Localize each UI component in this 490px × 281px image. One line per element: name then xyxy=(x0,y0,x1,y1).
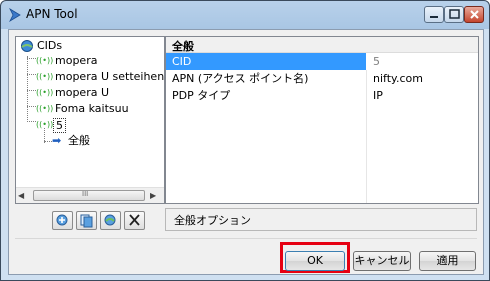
scroll-right-icon[interactable]: ▶ xyxy=(150,189,164,202)
edit-globe-icon xyxy=(104,214,116,226)
grid-category-row[interactable]: 全般 xyxy=(166,37,478,53)
property-grid[interactable]: 全般 CID 5 APN (アクセス ポイント名) nifty.com PDP … xyxy=(165,36,479,204)
antenna-icon: ((•)) xyxy=(36,72,54,81)
app-icon xyxy=(9,8,21,22)
scrollbar-thumb[interactable]: III xyxy=(33,190,145,201)
maximize-button[interactable] xyxy=(444,6,464,23)
apply-button[interactable]: 適用 xyxy=(419,251,476,271)
grid-row-pdp-type[interactable]: PDP タイプ IP xyxy=(166,87,478,104)
dialog-body: CIDs ((•)) mopera ((•)) mopera U setteih… xyxy=(8,29,484,275)
cancel-button[interactable]: キャンセル xyxy=(353,251,411,271)
grid-key: CID xyxy=(172,55,192,68)
tree-root-label: CIDs xyxy=(37,39,63,52)
grid-category-label: 全般 xyxy=(172,40,194,53)
tree-line xyxy=(27,121,36,122)
add-apn-button[interactable] xyxy=(52,211,73,230)
grid-value: IP xyxy=(373,89,383,102)
tree-line xyxy=(44,141,52,142)
grid-key: PDP タイプ xyxy=(172,89,231,102)
tree-item-label: 全般 xyxy=(68,134,90,147)
delete-apn-button[interactable] xyxy=(124,211,145,230)
network-globe-icon xyxy=(21,40,33,52)
ok-button[interactable]: OK xyxy=(285,251,345,271)
scroll-left-icon[interactable]: ◀ xyxy=(18,189,33,202)
tree-line xyxy=(27,58,36,59)
antenna-icon: ((•)) xyxy=(36,56,54,65)
add-antenna-icon xyxy=(56,214,68,226)
grid-value-cell[interactable]: 5 xyxy=(366,53,478,70)
scrollbar-grip-icon: III xyxy=(82,190,89,198)
separator xyxy=(15,238,477,239)
close-icon xyxy=(470,10,479,19)
minimize-icon xyxy=(430,16,438,18)
arrow-right-icon: ➡ xyxy=(52,134,62,147)
edit-apn-button[interactable] xyxy=(100,211,121,230)
antenna-icon: ((•)) xyxy=(36,120,54,129)
tree-item-label: mopera U xyxy=(55,86,110,99)
antenna-icon: ((•)) xyxy=(36,88,54,97)
title-bar[interactable]: APN Tool xyxy=(1,1,489,28)
cid-tree[interactable]: CIDs ((•)) mopera ((•)) mopera U setteih… xyxy=(15,36,165,204)
tree-line xyxy=(27,74,36,75)
grid-value: nifty.com xyxy=(373,72,423,85)
description-text: 全般オプション xyxy=(174,214,251,227)
copy-apn-button[interactable] xyxy=(76,211,97,230)
apn-tool-window: APN Tool CIDs ((•)) mopera ((•)) mopera … xyxy=(0,0,490,281)
tree-horizontal-scrollbar[interactable]: ◀ III ▶ xyxy=(16,187,164,203)
tree-item-label: mopera U setteihenko xyxy=(55,70,165,83)
copy-antenna-icon xyxy=(80,214,93,228)
tree-item-label: mopera xyxy=(55,54,98,67)
grid-key: APN (アクセス ポイント名) xyxy=(172,72,309,85)
tree-item-label: Foma kaitsuu xyxy=(55,102,129,115)
window-title: APN Tool xyxy=(26,7,78,21)
grid-value: 5 xyxy=(373,55,380,68)
description-pane: 全般オプション xyxy=(165,208,477,231)
grid-row-cid[interactable]: CID 5 xyxy=(166,53,478,70)
minimize-button[interactable] xyxy=(424,6,444,23)
close-button[interactable] xyxy=(464,6,484,23)
maximize-icon xyxy=(449,9,460,19)
delete-x-icon xyxy=(129,214,140,226)
tree-item-label: 5 xyxy=(53,118,66,133)
tree-line xyxy=(27,90,36,91)
tree-line xyxy=(27,56,28,120)
grid-row-apn[interactable]: APN (アクセス ポイント名) nifty.com xyxy=(166,70,478,87)
tree-line xyxy=(27,106,36,107)
antenna-icon: ((•)) xyxy=(36,104,54,113)
